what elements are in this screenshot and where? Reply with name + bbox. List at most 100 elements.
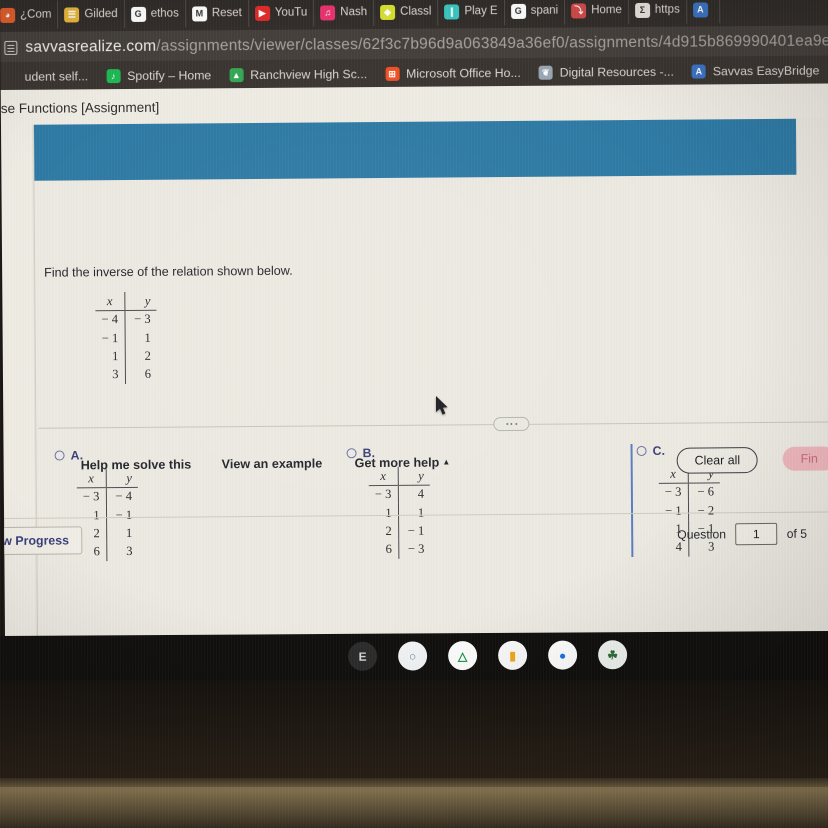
table-cell: 6 xyxy=(369,540,399,560)
bookmark-item[interactable]: ⊞ Microsoft Office Ho... xyxy=(376,66,530,81)
bookmark-label: Ranchview High Sc... xyxy=(250,67,368,83)
browser-tab-title: Classl xyxy=(400,5,432,18)
table-cell: − 3 xyxy=(407,542,425,557)
help-me-solve-this-link[interactable]: Help me solve this xyxy=(81,458,192,473)
browser-tab[interactable]: M Reset xyxy=(185,0,249,28)
browser-tab[interactable]: ▶ YouTu xyxy=(248,0,315,28)
table-row: 1 − 1 xyxy=(76,506,138,525)
google-icon: G xyxy=(510,3,526,19)
final-check-button[interactable]: Fin xyxy=(782,446,828,471)
question-number-input[interactable]: 1 xyxy=(734,522,778,546)
web-page: se Functions [Assignment] Find the inver… xyxy=(0,83,828,640)
url-text: savvasrealize.com/assignments/viewer/cla… xyxy=(25,31,828,56)
table-cell: 3 xyxy=(126,544,133,559)
swoosh-icon: ⤵ xyxy=(571,2,587,19)
bookmark-item[interactable]: udent self... xyxy=(0,69,97,84)
table-cell: − 1 xyxy=(95,329,125,348)
green-app-icon[interactable]: ☘ xyxy=(598,640,628,670)
browser-tab[interactable]: ⤵ Home xyxy=(565,0,629,25)
table-row: 36 xyxy=(95,365,157,385)
browser-tab[interactable]: ◕ ¿Com xyxy=(0,0,59,30)
table-row: 6 − 3 xyxy=(369,540,430,560)
whiteboard-app-icon[interactable]: ○ xyxy=(398,641,428,671)
table-cell: − 3 xyxy=(124,310,157,330)
browser-tab-title: Play E xyxy=(464,5,498,18)
browser-tab-title: ¿Com xyxy=(20,8,52,21)
firefox-icon: ◕ xyxy=(0,7,16,23)
table-row: 21 xyxy=(77,524,138,544)
view-progress-button[interactable]: w Progress xyxy=(0,526,83,556)
bookmark-label: Savvas EasyBridge xyxy=(712,63,820,79)
bookmark-item[interactable]: ▲ Ranchview High Sc... xyxy=(220,67,376,83)
files-app-icon[interactable]: ▮ xyxy=(498,640,528,670)
browser-tab-title: spani xyxy=(530,4,559,17)
assignment-canvas: Find the inverse of the relation shown b… xyxy=(0,118,828,640)
browser-tab[interactable]: ♫ Nash xyxy=(314,0,375,27)
gmail-icon: M xyxy=(191,5,207,21)
table-cell: − 1 xyxy=(658,501,689,521)
clear-all-button[interactable]: Clear all xyxy=(676,447,759,474)
relation-table: x y − 4− 3− 111236 xyxy=(95,292,157,385)
browser-tab-title: Reset xyxy=(211,7,242,20)
document-icon: ☰ xyxy=(64,6,80,22)
play-icon: ❙ xyxy=(444,3,460,20)
shelf-icon-row: E ○ △ ▮ ● ☘ xyxy=(348,640,628,671)
bookmark-item[interactable]: ♪ Spotify – Home xyxy=(97,68,220,84)
table-cell: − 1 xyxy=(115,507,133,522)
table-row: − 1 1 xyxy=(95,329,157,348)
table-cell: − 4 xyxy=(95,310,125,330)
browser-tab[interactable]: Gethos xyxy=(124,0,186,29)
bookmark-item[interactable]: A Savvas EasyBridge xyxy=(683,63,828,79)
launcher-icon[interactable]: E xyxy=(348,641,378,671)
section-divider xyxy=(38,416,828,432)
table-row: − 1 − 2 xyxy=(658,501,720,521)
get-more-help-label: Get more help xyxy=(354,455,440,471)
table-row: 2 − 1 xyxy=(369,522,430,542)
table-row: 12 xyxy=(95,347,157,367)
bookmark-label: udent self... xyxy=(24,69,89,84)
chrome-icon[interactable]: ● xyxy=(548,640,578,670)
browser-tab[interactable]: Σhttps xyxy=(628,0,687,25)
more-options-pill[interactable] xyxy=(493,416,530,432)
page-title: se Functions [Assignment] xyxy=(0,99,160,116)
xy-table: x y − 4− 3− 111236 xyxy=(95,292,157,385)
view-an-example-link[interactable]: View an example xyxy=(222,456,323,471)
bookmark-label: Spotify – Home xyxy=(127,68,212,84)
table-cell: 1 xyxy=(95,347,125,367)
browser-tab[interactable]: ❙ Play E xyxy=(438,0,505,26)
browser-tab-title: https xyxy=(654,3,680,16)
table-cell: 1 xyxy=(76,506,107,525)
table-row: 63 xyxy=(77,543,138,562)
spotify-icon: ♪ xyxy=(106,69,121,84)
question-label: Question xyxy=(677,527,727,542)
google-drive-icon[interactable]: △ xyxy=(448,641,478,671)
browser-tab[interactable]: A xyxy=(686,0,720,24)
laptop-bezel: hp xyxy=(0,680,828,780)
url-host: savvasrealize.com xyxy=(25,37,157,56)
browser-tab[interactable]: Gspani xyxy=(504,0,566,26)
action-bar: Help me solve this View an example Get m… xyxy=(37,446,828,498)
table-cell: 2 xyxy=(369,522,399,542)
page-icon xyxy=(4,40,18,55)
caret-up-icon: ▲ xyxy=(442,457,451,467)
question-total-label: of 5 xyxy=(786,526,808,541)
table-cell: 3 xyxy=(95,365,126,385)
laptop-hinge xyxy=(0,778,828,787)
maps-icon: ▲ xyxy=(229,68,244,83)
browser-tab[interactable]: ◆ Classl xyxy=(374,0,439,27)
screenshot-root: ◕ ¿Com ☰ Gilded Gethos M Reset ▶ YouTu ♫ Nash ◆ Clas… xyxy=(0,0,828,828)
music-icon: ♫ xyxy=(320,4,336,20)
table-cell: − 1 xyxy=(407,523,425,538)
browser-tab[interactable]: ☰ Gilded xyxy=(58,0,125,29)
table-header-row: xy xyxy=(95,292,156,311)
column-header-x: x xyxy=(95,292,125,311)
question-text: Find the inverse of the relation shown b… xyxy=(44,263,293,280)
get-more-help-link[interactable]: Get more help ▲ xyxy=(354,455,451,471)
browser-tab-title: Nash xyxy=(340,6,368,19)
bookmark-item[interactable]: ❦ Digital Resources -... xyxy=(530,65,683,80)
assignment-header-banner xyxy=(33,118,797,181)
classlink-icon: ◆ xyxy=(380,4,396,20)
url-path: /assignments/viewer/classes/62f3c7b96d9a… xyxy=(156,31,828,55)
table-cell: − 2 xyxy=(697,503,715,518)
google-icon: G xyxy=(130,6,146,22)
